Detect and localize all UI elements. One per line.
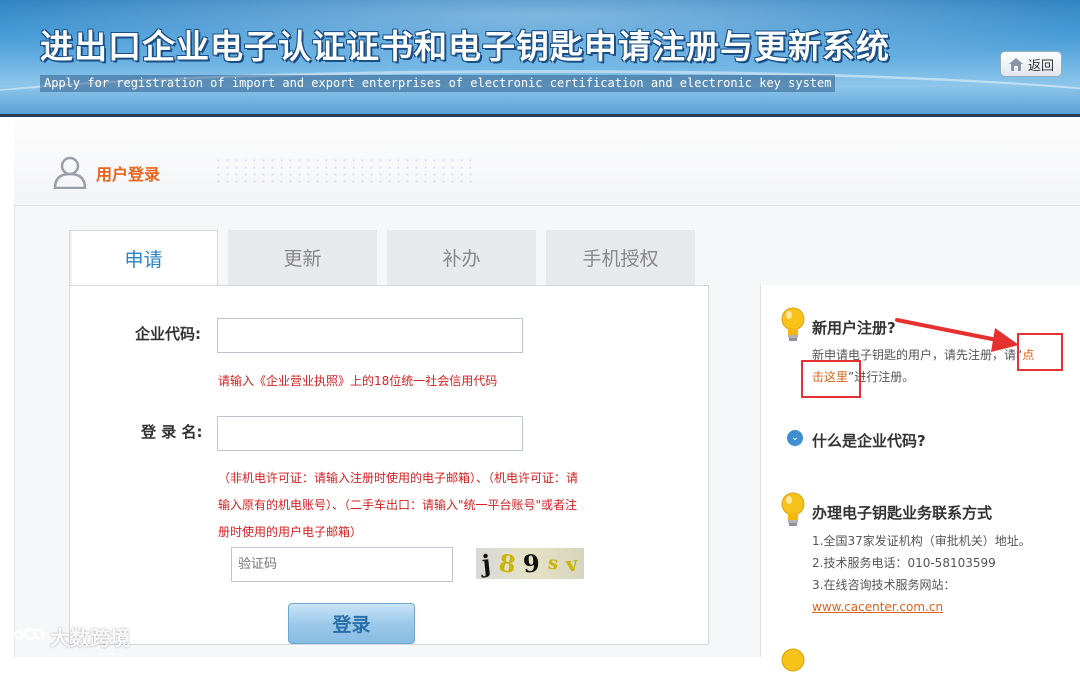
tab-mobile-auth[interactable]: 手机授权 bbox=[546, 230, 695, 285]
captcha-char: s bbox=[547, 552, 560, 575]
tab-apply[interactable]: 申请 bbox=[69, 230, 218, 285]
login-name-label: 登 录 名: bbox=[141, 423, 203, 441]
contact-item: 2.技术服务电话：010-58103599 bbox=[812, 556, 996, 570]
tab-update[interactable]: 更新 bbox=[228, 230, 377, 285]
lightbulb-icon bbox=[781, 307, 805, 341]
user-icon bbox=[53, 156, 87, 189]
login-header bbox=[14, 117, 1080, 206]
company-code-input[interactable] bbox=[217, 318, 523, 353]
captcha-char: 8 bbox=[496, 547, 518, 580]
back-button[interactable]: 返回 bbox=[1000, 51, 1062, 77]
login-button[interactable]: 登录 bbox=[288, 603, 415, 644]
watermark-logo-icon bbox=[9, 627, 44, 643]
home-icon bbox=[1008, 57, 1023, 71]
contact-title: 办理电子钥匙业务联系方式 bbox=[812, 504, 993, 522]
login-name-input[interactable] bbox=[217, 416, 523, 451]
lightbulb-icon bbox=[781, 492, 805, 526]
lightbulb-icon bbox=[781, 648, 805, 672]
header-banner: 进出口企业电子认证证书和电子钥匙申请注册与更新系统 Apply for regi… bbox=[0, 0, 1080, 114]
watermark-text: 大数跨境 bbox=[50, 626, 130, 650]
annotation-arrow-icon bbox=[895, 318, 1019, 352]
login-name-hint-line1: （非机电许可证：请输入注册时使用的电子邮箱）、（机电许可证：请 bbox=[218, 471, 579, 485]
system-title: 进出口企业电子认证证书和电子钥匙申请注册与更新系统 bbox=[40, 27, 890, 66]
login-name-hint-line3: 册时使用的用户电子邮箱） bbox=[218, 525, 363, 539]
captcha-char: v bbox=[564, 550, 580, 577]
captcha-char: 9 bbox=[522, 548, 542, 579]
watermark: 大数跨境 bbox=[8, 622, 130, 651]
annotation-box-link-end bbox=[801, 360, 861, 398]
new-user-title: 新用户注册? bbox=[812, 319, 896, 337]
tab-reissue[interactable]: 补办 bbox=[387, 230, 536, 285]
login-title: 用户登录 bbox=[96, 165, 161, 184]
login-name-hint-line2: 输入原有的机电账号）、（二手车出口：请输入"统一平台账号"或者注 bbox=[218, 498, 578, 512]
contact-item[interactable]: 1.全国37家发证机构（审批机关）地址。 bbox=[812, 530, 1031, 552]
captcha-char: j bbox=[480, 548, 493, 579]
company-code-hint: 请输入《企业营业执照》上的18位统一社会信用代码 bbox=[218, 374, 498, 388]
contact-item: 3.在线咨询技术服务网站： bbox=[812, 578, 956, 592]
contact-website-link[interactable]: www.cacenter.com.cn bbox=[812, 596, 943, 618]
captcha-input[interactable] bbox=[231, 547, 453, 582]
company-code-label: 企业代码: bbox=[135, 325, 201, 343]
company-code-question[interactable]: 什么是企业代码? bbox=[812, 430, 926, 451]
back-label: 返回 bbox=[1027, 58, 1054, 74]
expand-chevron-icon[interactable]: ⌄ bbox=[787, 430, 803, 446]
captcha-image[interactable]: j 8 9 s v bbox=[476, 548, 584, 579]
system-subtitle: Apply for registration of import and exp… bbox=[40, 75, 836, 92]
decorative-dots bbox=[214, 157, 474, 187]
